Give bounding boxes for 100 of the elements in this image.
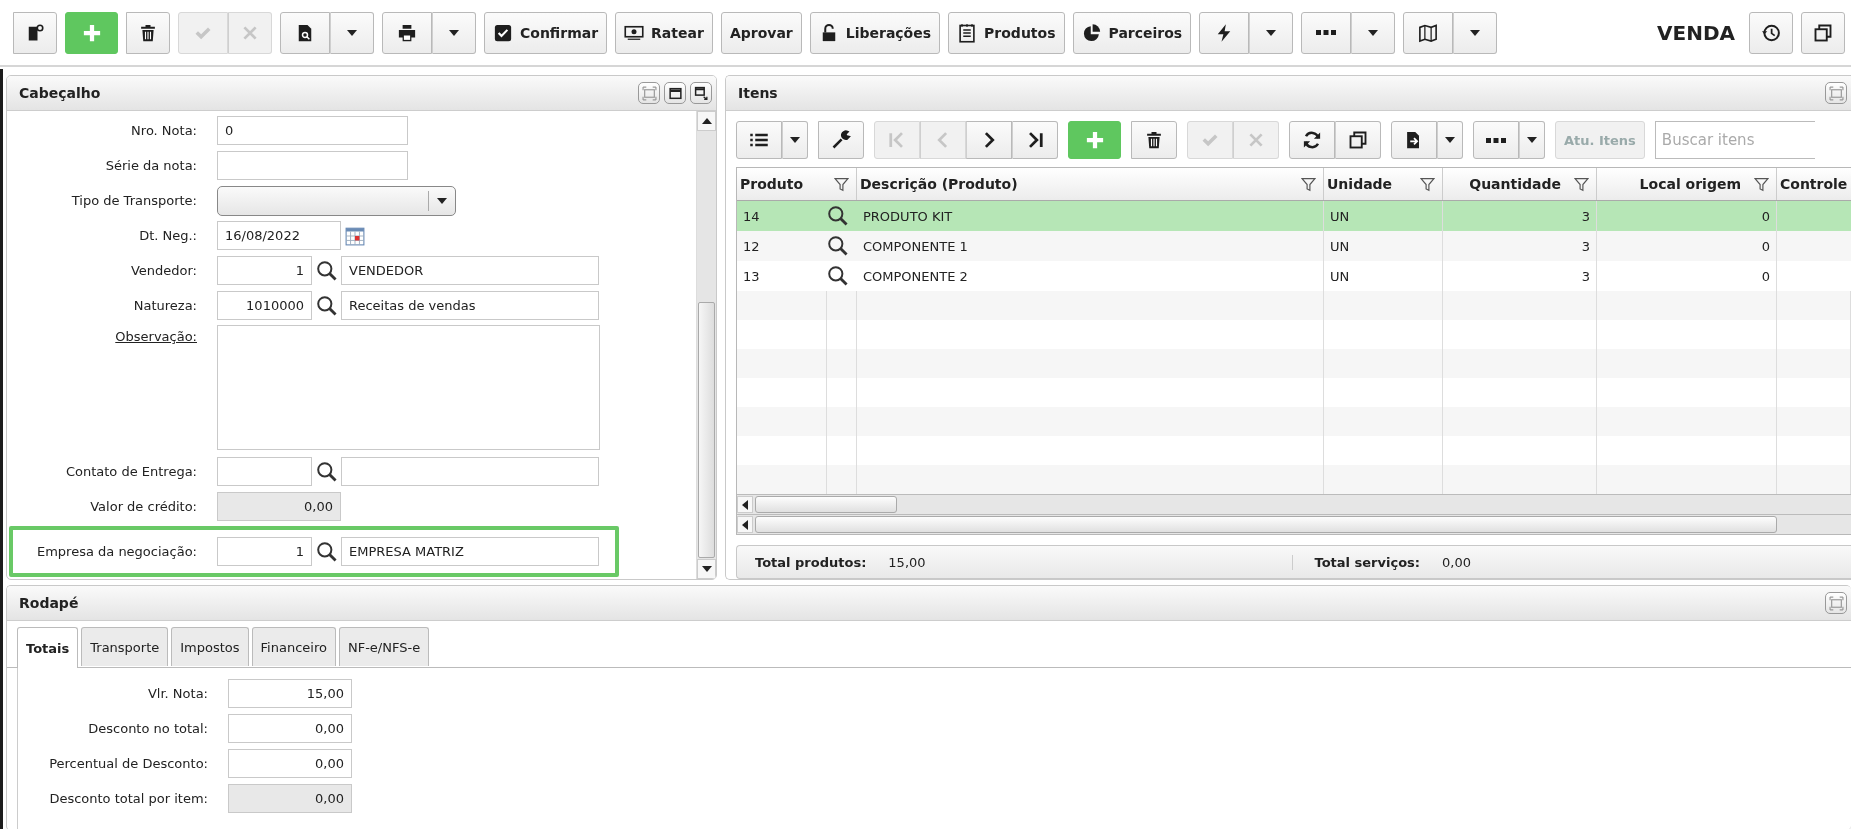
filter-icon[interactable] [1574,176,1589,192]
date-field[interactable]: 16/08/2022 [217,221,341,250]
toolbar-button[interactable]: Produtos [948,11,1065,54]
toolbar-button[interactable]: Ratear [615,11,713,54]
tab[interactable]: Totais [17,627,79,668]
number-field[interactable]: 15,00 [228,679,352,708]
trash-icon [138,22,158,43]
tab[interactable]: Impostos [171,627,249,666]
code-field[interactable] [217,457,312,486]
text-field[interactable] [217,151,408,180]
toolbar-button[interactable]: Confirmar [484,11,608,54]
window-icon [667,85,683,101]
number-field[interactable]: 0,00 [228,749,352,778]
search-icon[interactable] [316,460,338,483]
list-button[interactable] [736,121,782,159]
maximize-button[interactable] [1825,82,1847,104]
field-label: Nro. Nota: [130,123,198,138]
toolbar-button[interactable]: Aprovar [720,11,802,54]
refresh-icon [1302,130,1322,150]
export-button[interactable] [1391,121,1437,159]
search-icon[interactable] [827,265,849,287]
window-button[interactable] [664,82,686,104]
field-label: Natureza: [132,298,198,313]
toolbar-button[interactable]: Liberações [809,11,941,54]
horizontal-scrollbar[interactable] [737,494,1851,514]
search-icon[interactable] [827,205,849,227]
scroll-thumb[interactable] [698,302,715,558]
description-field[interactable]: VENDEDOR [341,256,599,285]
map-button[interactable] [1403,11,1454,54]
toolbar-button[interactable]: Parceiros [1072,11,1192,54]
lightning-button[interactable] [1199,11,1250,54]
field-label[interactable]: Observação: [7,323,217,344]
search-field[interactable]: Buscar itens [1654,121,1815,159]
dropdown-button[interactable] [1519,121,1545,159]
panel-title: Rodapé [19,595,79,611]
code-field[interactable]: 1 [217,537,312,566]
dropdown-button[interactable] [782,121,808,159]
table-row[interactable]: 14 PRODUTO KIT UN 3 0 [737,201,1851,231]
restore-button[interactable] [690,82,712,104]
scroll-thumb[interactable] [755,496,897,513]
scroll-left-button[interactable] [737,496,753,513]
column-header[interactable]: Descrição (Produto) [857,168,1324,200]
caret-icon [1527,137,1537,143]
dropdown-button[interactable] [1437,121,1463,159]
copy-button[interactable] [1335,121,1381,159]
plus-icon [1084,130,1105,150]
tab[interactable]: Financeiro [251,627,336,666]
last-button[interactable] [1012,121,1058,159]
filter-icon[interactable] [834,176,849,192]
code-field[interactable]: 1 [217,256,312,285]
tab[interactable]: NF-e/NFS-e [338,627,430,666]
search-icon[interactable] [316,540,338,563]
scroll-down-button[interactable] [697,559,716,579]
column-header[interactable]: Unidade [1324,168,1443,200]
maximize-icon [1828,85,1844,101]
search-icon[interactable] [827,235,849,257]
trash-icon [1144,130,1164,150]
table-row[interactable]: 12 COMPONENTE 1 UN 3 0 [737,231,1851,261]
scroll-left-button[interactable] [737,516,753,533]
filter-icon[interactable] [1420,176,1435,192]
column-header[interactable]: Quantidade [1443,168,1597,200]
copy-icon [1813,22,1833,43]
table-cell-text: 12 [742,237,761,256]
filter-icon[interactable] [1754,176,1769,192]
horizontal-scrollbar[interactable] [737,514,1851,534]
trash-button[interactable] [126,11,170,54]
caret-icon [1470,29,1481,36]
tab[interactable]: Transporte [81,627,169,666]
calendar-icon[interactable] [345,225,365,246]
description-field[interactable]: EMPRESA MATRIZ [341,537,599,566]
wrench-button[interactable] [818,121,864,159]
column-header[interactable]: Controle [1777,168,1851,200]
caret-icon [449,29,459,36]
next-button[interactable] [966,121,1012,159]
field-label: Dt. Neg.: [138,228,198,243]
document-button[interactable] [13,11,57,54]
maximize-button[interactable] [1825,592,1847,614]
number-field[interactable]: 0,00 [228,714,352,743]
copy-button[interactable] [1801,11,1845,54]
field-label: Tipo de Transporte: [70,193,198,208]
select-field[interactable] [217,185,456,216]
trash-button[interactable] [1131,121,1177,159]
text-field[interactable]: 0 [217,116,408,145]
refresh-button[interactable] [1289,121,1335,159]
printer-button[interactable] [382,11,432,54]
search-icon[interactable] [316,294,338,317]
description-field[interactable]: Receitas de vendas [341,291,599,320]
description-field[interactable] [341,457,599,486]
scroll-thumb[interactable] [755,516,1777,533]
filter-icon[interactable] [1301,176,1316,192]
more-button[interactable] [1301,11,1352,54]
vertical-scrollbar[interactable] [696,111,716,579]
document-search-button[interactable] [280,11,330,54]
history-button[interactable] [1749,11,1793,54]
scroll-up-button[interactable] [697,111,716,131]
search-icon[interactable] [316,259,338,282]
code-field[interactable]: 1010000 [217,291,312,320]
column-header[interactable]: Local origem [1597,168,1777,200]
column-header[interactable]: Produto [737,168,857,200]
more-button[interactable] [1473,121,1519,159]
